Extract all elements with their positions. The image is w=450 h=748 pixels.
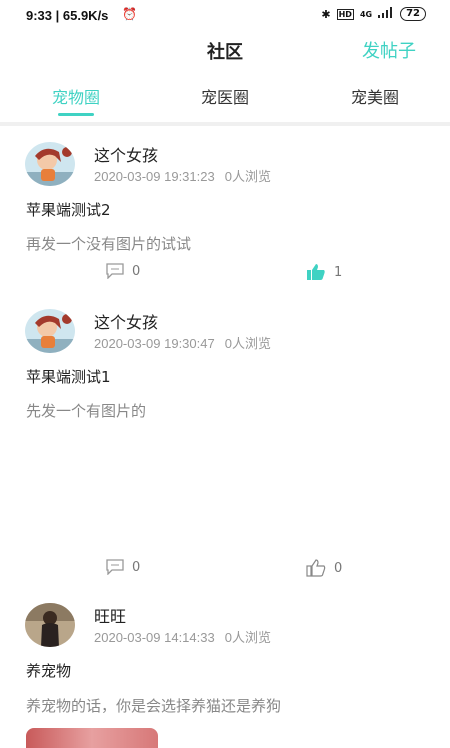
hd-icon: HD (336, 8, 354, 20)
tab-pet-medical-circle[interactable]: 宠医圈 (180, 84, 270, 108)
comment-count: 0 (132, 263, 141, 279)
like-button[interactable]: 0 (306, 559, 342, 577)
like-button[interactable]: 1 (306, 263, 342, 281)
post-author: 这个女孩 (94, 313, 159, 332)
post-title: 苹果端测试2 (26, 201, 111, 219)
post-body: 再发一个没有图片的试试 (26, 235, 192, 253)
post-card[interactable]: 这个女孩 2020-03-09 19:30:47 0人浏览 苹果端测试1 先发一个… (0, 309, 450, 589)
comment-button[interactable]: 0 (106, 559, 140, 575)
thumbs-up-filled-icon (307, 264, 325, 280)
category-tabs: 宠物圈 宠医圈 宠美圈 (0, 80, 450, 120)
post-time: 2020-03-09 19:30:47 (94, 336, 215, 351)
comment-icon (106, 559, 124, 575)
post-body: 先发一个有图片的 (26, 402, 147, 420)
post-card[interactable]: 旺旺 2020-03-09 14:14:33 0人浏览 养宠物 养宠物的话，你是会… (0, 603, 450, 740)
avatar[interactable] (25, 309, 75, 353)
post-time: 2020-03-09 14:14:33 (94, 630, 215, 645)
post-image-thumbnail[interactable] (26, 728, 158, 748)
battery-indicator: 72 (400, 7, 426, 21)
like-count: 0 (334, 560, 343, 576)
post-meta: 2020-03-09 14:14:33 0人浏览 (94, 627, 271, 646)
like-count: 1 (334, 264, 343, 280)
avatar[interactable] (25, 142, 75, 186)
post-author: 这个女孩 (94, 146, 159, 165)
tab-pet-beauty-circle[interactable]: 宠美圈 (330, 84, 420, 108)
post-meta: 2020-03-09 19:31:23 0人浏览 (94, 166, 271, 185)
post-time: 2020-03-09 19:31:23 (94, 169, 215, 184)
active-tab-indicator (58, 113, 94, 116)
post-author: 旺旺 (94, 607, 127, 626)
tab-pet-circle[interactable]: 宠物圈 (31, 84, 121, 108)
app-header: 社区 发帖子 (0, 32, 450, 68)
comment-icon (106, 263, 124, 279)
comment-button[interactable]: 0 (106, 263, 140, 279)
system-icons: ✱ HD 4G 72 (321, 7, 426, 21)
post-card[interactable]: 这个女孩 2020-03-09 19:31:23 0人浏览 苹果端测试2 再发一个… (0, 142, 450, 287)
new-post-button[interactable]: 发帖子 (362, 37, 416, 63)
bluetooth-icon: ✱ (321, 7, 331, 21)
post-title: 苹果端测试1 (26, 368, 111, 386)
comment-count: 0 (132, 559, 141, 575)
thumbs-up-outline-icon (306, 559, 326, 577)
post-title: 养宠物 (26, 662, 72, 680)
network-label: 4G (359, 9, 373, 19)
signal-icon (378, 7, 394, 21)
post-views: 0人浏览 (224, 630, 271, 645)
post-meta: 2020-03-09 19:30:47 0人浏览 (94, 333, 271, 352)
post-views: 0人浏览 (224, 169, 271, 184)
status-time: 9:33 | 65.9K/s (26, 8, 109, 23)
status-bar: 9:33 | 65.9K/s ⏰ ✱ HD 4G 72 (0, 0, 450, 32)
avatar[interactable] (25, 603, 75, 647)
post-body: 养宠物的话，你是会选择养猫还是养狗 (26, 697, 282, 715)
tabs-divider (0, 122, 450, 126)
alarm-icon: ⏰ (122, 7, 137, 21)
post-views: 0人浏览 (224, 336, 271, 351)
